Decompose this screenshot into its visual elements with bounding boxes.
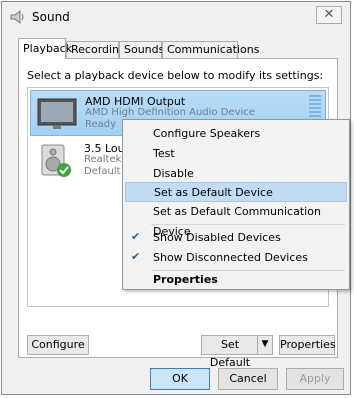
menu-item-set-default[interactable]: Set as Default Device bbox=[125, 182, 347, 202]
menu-item-set-default-communication[interactable]: Set as Default Communication Device bbox=[125, 202, 347, 238]
menu-item-label: Show Disabled Devices bbox=[153, 231, 281, 244]
tab-playback[interactable]: Playback bbox=[18, 38, 72, 59]
speaker-icon bbox=[10, 10, 24, 24]
properties-button[interactable]: Properties bbox=[279, 335, 336, 355]
tab-communications[interactable]: Communications bbox=[162, 41, 259, 58]
menu-item-test[interactable]: Test bbox=[125, 144, 347, 164]
tab-sounds[interactable]: Sounds bbox=[119, 41, 164, 58]
set-default-label: Set Default bbox=[209, 338, 251, 369]
chevron-down-icon[interactable]: ▼ bbox=[257, 336, 272, 354]
menu-item-show-disconnected[interactable]: ✔ Show Disconnected Devices bbox=[125, 248, 347, 268]
speaker-icon bbox=[41, 144, 71, 177]
monitor-icon bbox=[37, 98, 77, 129]
checkmark-icon: ✔ bbox=[131, 230, 141, 243]
window-title: Sound bbox=[32, 10, 70, 24]
set-default-button[interactable]: Set Default ▼ bbox=[201, 335, 273, 369]
ok-button[interactable]: OK bbox=[150, 368, 210, 390]
instruction-text: Select a playback device below to modify… bbox=[27, 69, 324, 82]
context-menu: Configure Speakers Test Disable Set as D… bbox=[122, 119, 350, 290]
apply-button[interactable]: Apply bbox=[286, 368, 344, 390]
menu-item-disable[interactable]: Disable bbox=[125, 164, 347, 184]
menu-item-configure-speakers[interactable]: Configure Speakers bbox=[125, 124, 347, 144]
device-driver: AMD High Definition Audio Device bbox=[85, 107, 255, 118]
menu-item-properties[interactable]: Properties bbox=[125, 270, 347, 290]
close-button[interactable]: ✕ bbox=[316, 6, 342, 24]
checkmark-icon: ✔ bbox=[131, 250, 141, 263]
device-status: Default bbox=[84, 166, 121, 177]
menu-item-show-disabled[interactable]: ✔ Show Disabled Devices bbox=[125, 228, 347, 248]
device-driver: Realtek bbox=[84, 154, 122, 165]
close-icon: ✕ bbox=[323, 7, 335, 22]
device-status: Ready bbox=[85, 119, 117, 130]
menu-separator bbox=[151, 224, 345, 225]
menu-item-label: Show Disconnected Devices bbox=[153, 251, 308, 264]
configure-button[interactable]: Configure bbox=[27, 335, 89, 355]
title-bar: Sound ✕ bbox=[2, 2, 350, 30]
cancel-button[interactable]: Cancel bbox=[218, 368, 278, 390]
tab-recording[interactable]: Recording bbox=[66, 41, 126, 58]
